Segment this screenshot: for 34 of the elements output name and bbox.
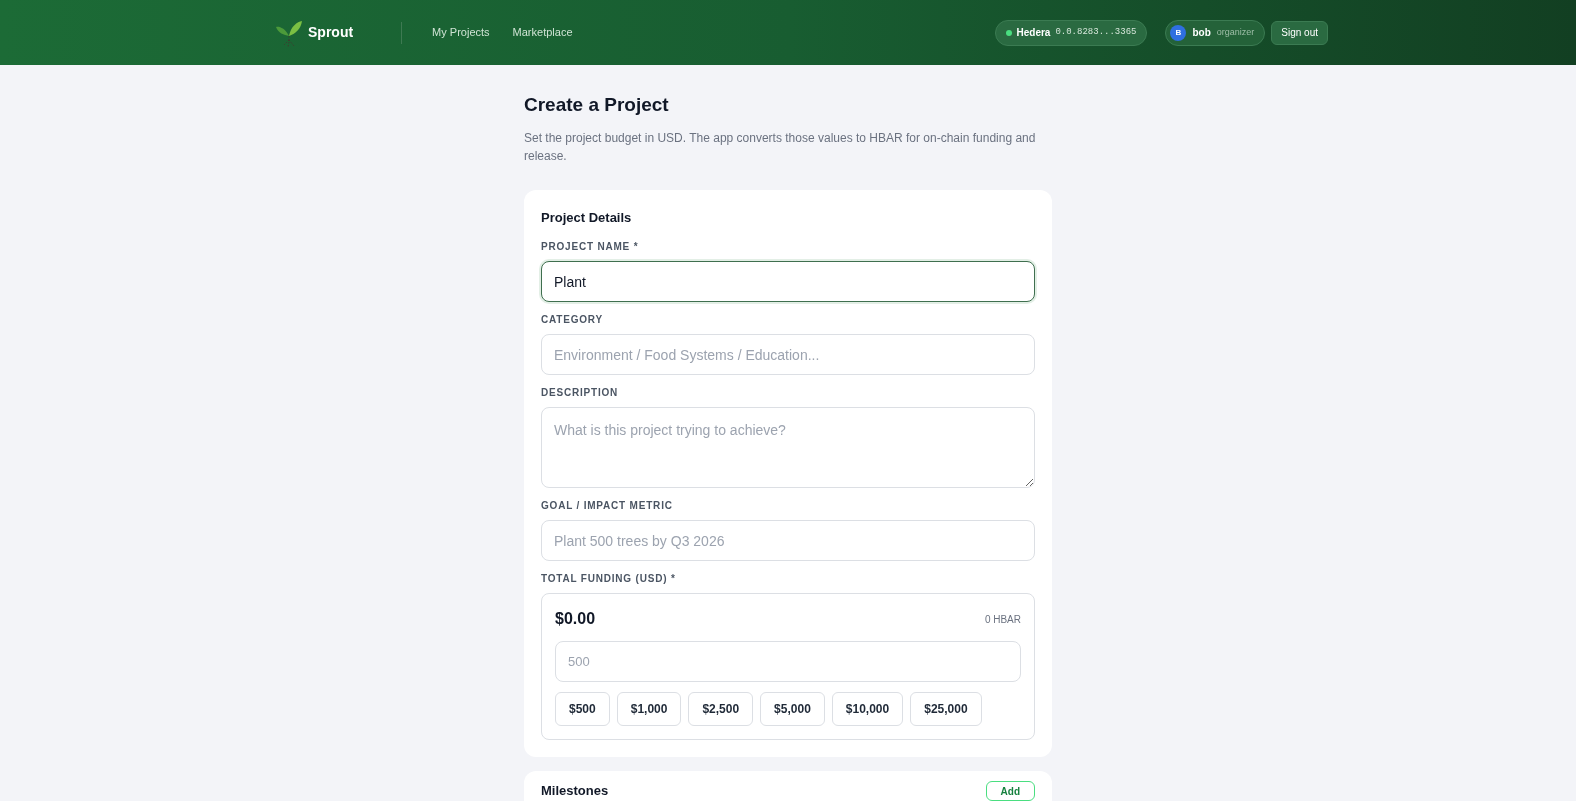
- description-field[interactable]: What is this project trying to achieve?: [541, 407, 1035, 488]
- nav-link[interactable]: Marketplace: [512, 24, 573, 41]
- sign-out-button[interactable]: Sign out: [1271, 20, 1328, 45]
- network-name: Hedera: [1016, 26, 1051, 40]
- input-field[interactable]: Plant: [541, 261, 1035, 302]
- card-title: Project Details: [541, 208, 633, 227]
- amount-field[interactable]: 500: [555, 641, 1021, 682]
- field-label: TOTAL FUNDING (USD) *: [541, 572, 677, 586]
- input-field[interactable]: Environment / Food Systems / Education...: [541, 334, 1035, 375]
- funding-amount: $0.00: [555, 609, 596, 629]
- user-badge[interactable]: B bob organizer: [1165, 19, 1266, 46]
- user-name: bob: [1192, 26, 1211, 40]
- card-title: Milestones: [541, 782, 609, 801]
- field-label: CATEGORY: [541, 313, 604, 327]
- wallet-badge[interactable]: Hedera 0.0.8283...3365: [994, 19, 1148, 46]
- input-field[interactable]: Plant 500 trees by Q3 2026: [541, 520, 1035, 561]
- account-id: 0.0.8283...3365: [1055, 25, 1137, 39]
- preset-amount-button[interactable]: $2,500: [688, 692, 754, 726]
- preset-amount-button[interactable]: $10,000: [831, 692, 904, 726]
- preset-amount-button[interactable]: $1,000: [616, 692, 682, 726]
- page-subtitle: Set the project budget in USD. The app converts those values to HBAR for on-chain funding and release.: [524, 129, 1037, 165]
- hbar-amount: 0 HBAR: [984, 612, 1021, 627]
- add-button[interactable]: Add: [985, 781, 1035, 801]
- preset-amount-button[interactable]: $500: [555, 692, 610, 726]
- preset-amount-button[interactable]: $5,000: [760, 692, 825, 726]
- user-role: organizer: [1216, 25, 1255, 39]
- page-title: Create a Project: [524, 93, 670, 117]
- field-label: DESCRIPTION: [541, 386, 620, 400]
- nav-link[interactable]: My Projects: [432, 24, 490, 41]
- user-avatar: B: [1170, 24, 1187, 41]
- field-label: PROJECT NAME *: [541, 240, 640, 254]
- brand-name: Sprout: [308, 23, 354, 42]
- preset-amount-button[interactable]: $25,000: [910, 692, 982, 726]
- field-label: GOAL / IMPACT METRIC: [541, 499, 674, 513]
